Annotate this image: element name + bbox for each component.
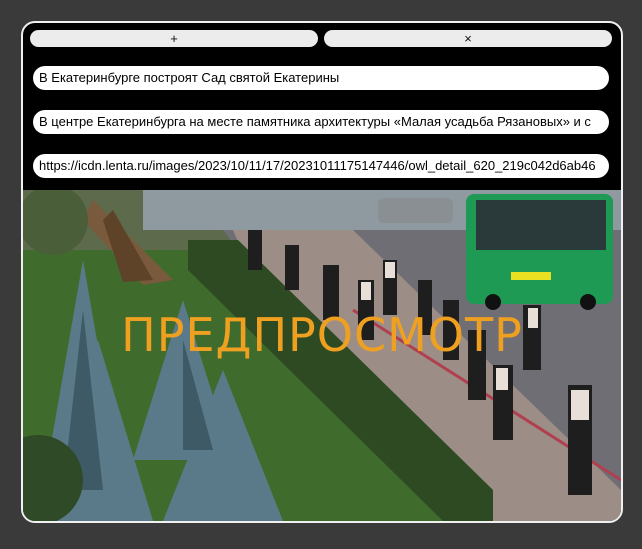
- preview-watermark: ПРЕДПРОСМОТР: [121, 308, 523, 362]
- image-preview: ПРЕДПРОСМОТР: [23, 190, 621, 521]
- summary-field[interactable]: В центре Екатеринбурга на месте памятник…: [33, 110, 609, 134]
- close-button[interactable]: ×: [324, 30, 612, 47]
- title-field[interactable]: В Екатеринбурге построят Сад святой Екат…: [33, 66, 609, 90]
- news-editor-panel: + × В Екатеринбурге построят Сад святой …: [21, 21, 623, 523]
- add-button[interactable]: +: [30, 30, 318, 47]
- image-url-field[interactable]: https://icdn.lenta.ru/images/2023/10/11/…: [33, 154, 609, 178]
